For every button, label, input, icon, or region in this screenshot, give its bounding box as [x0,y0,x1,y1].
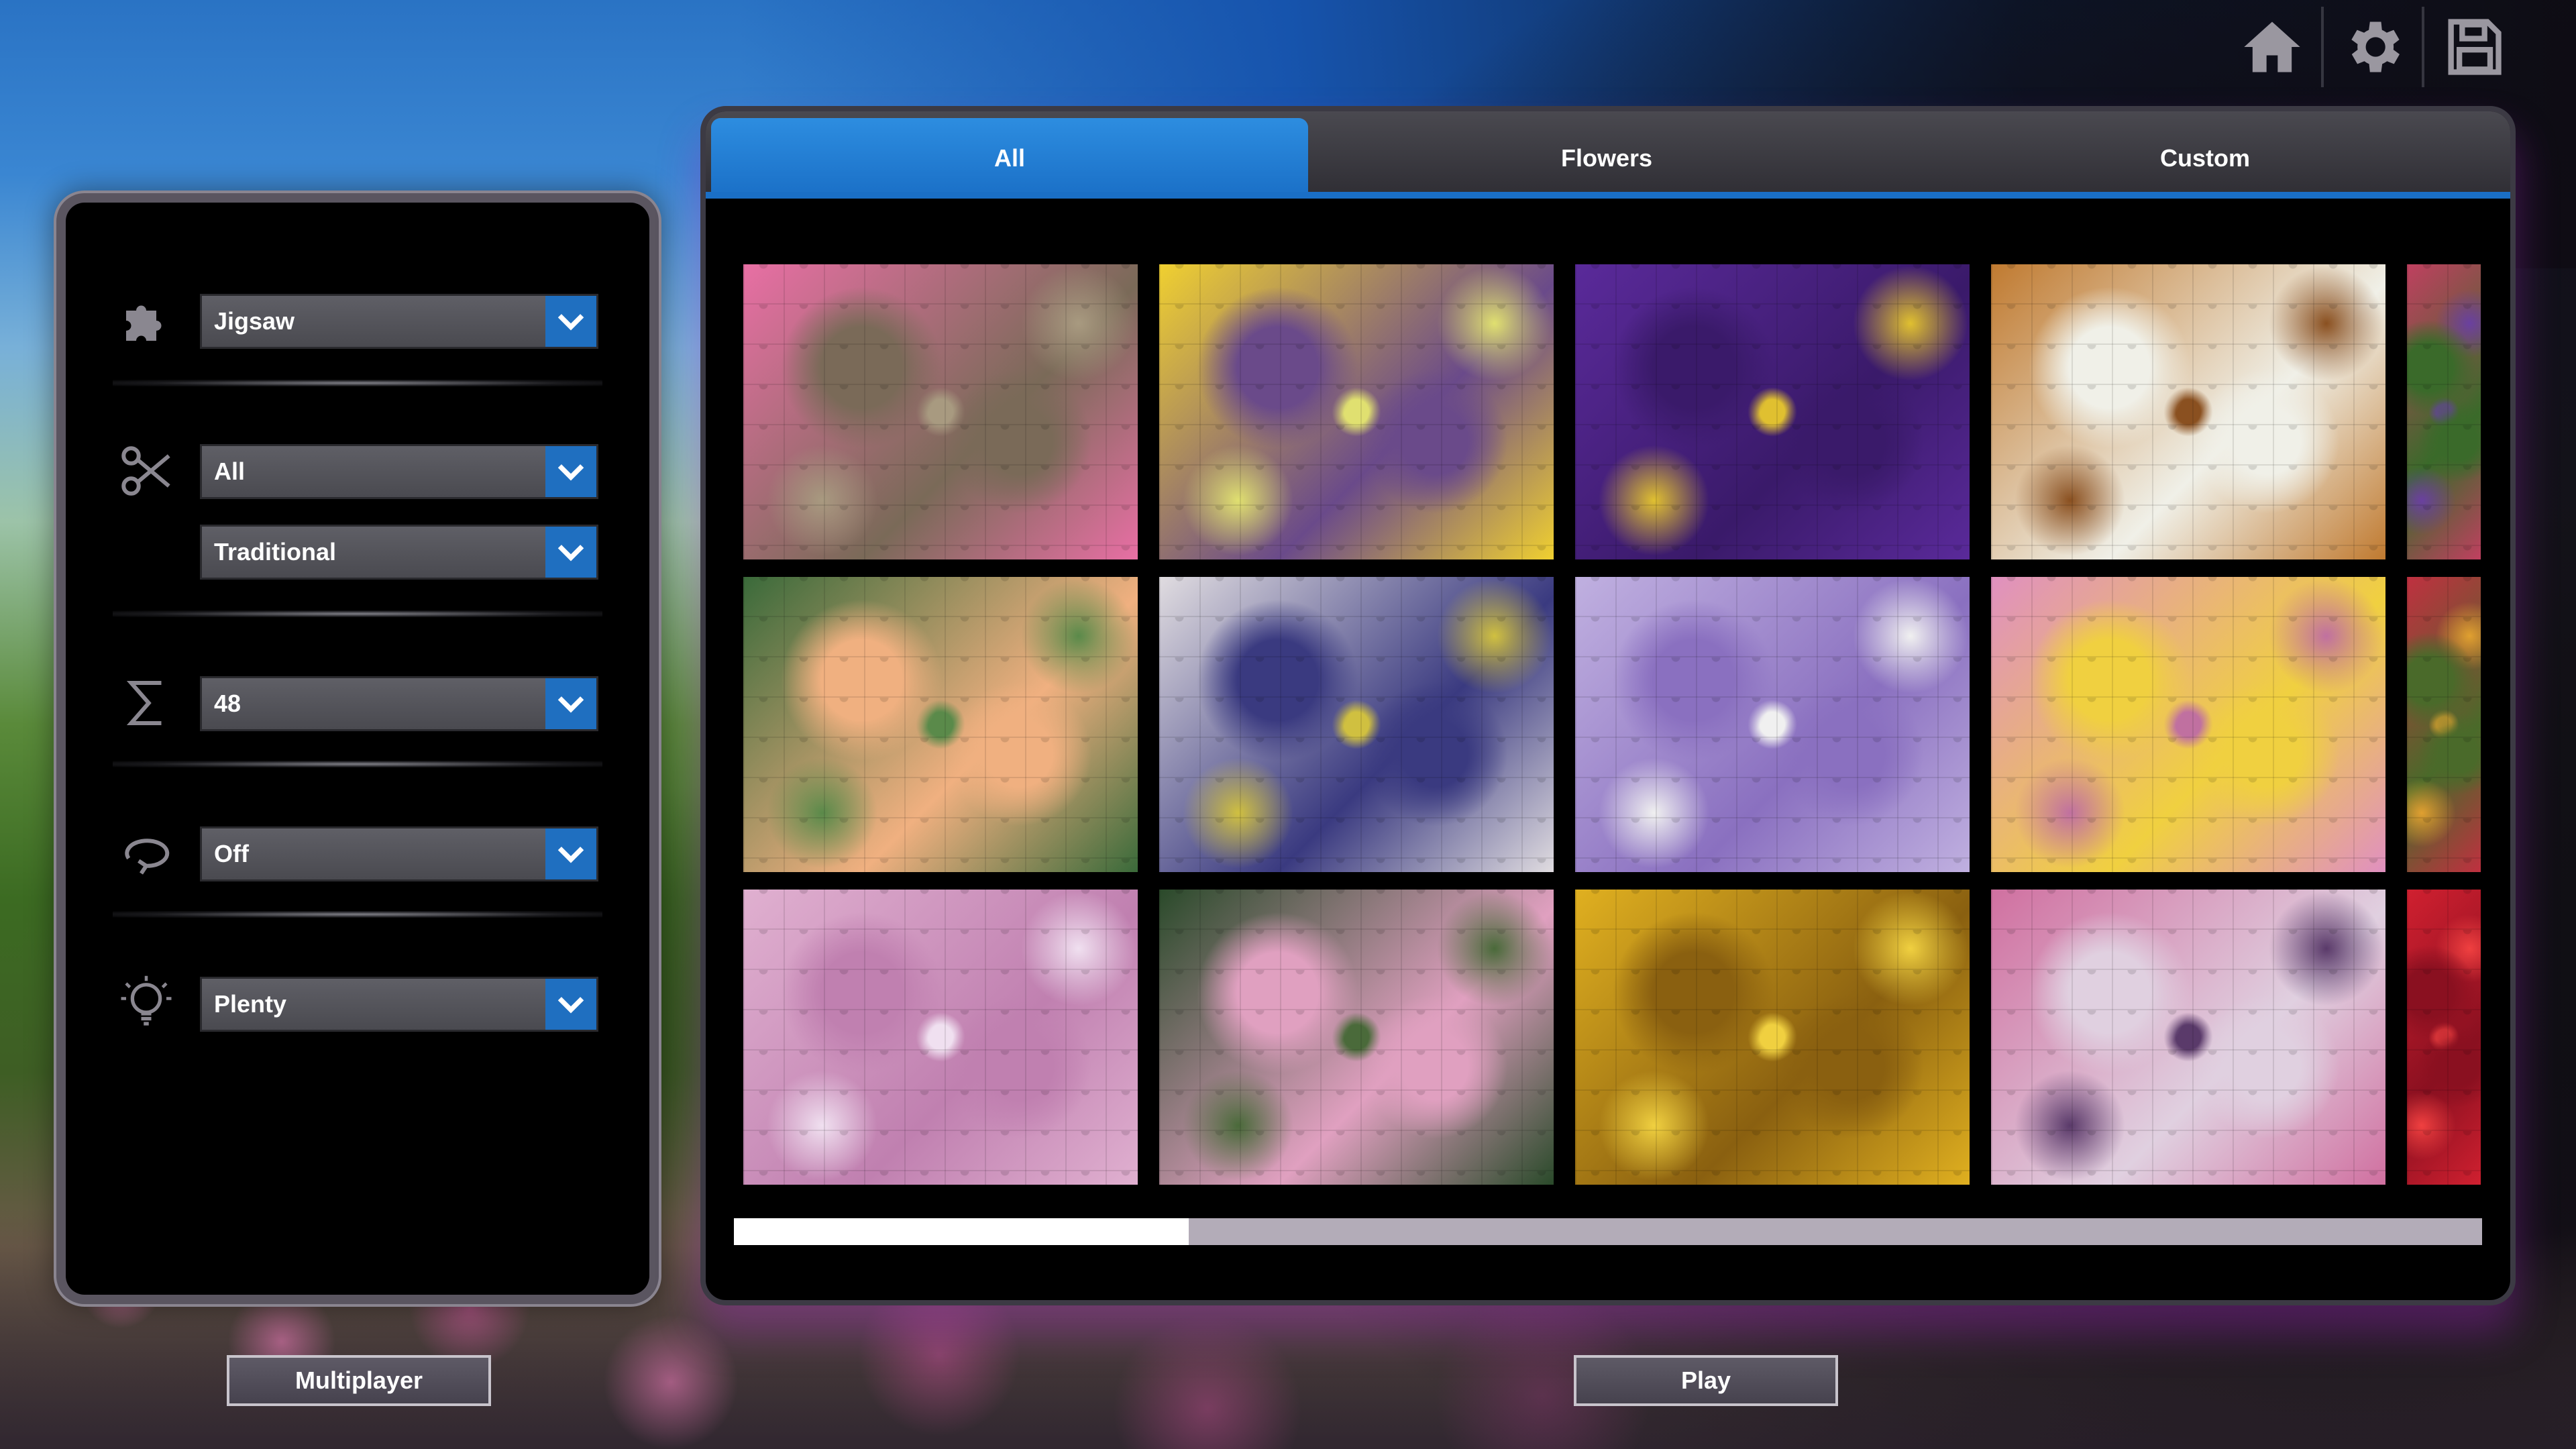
category-tabs: All Flowers Custom [706,111,2510,199]
puzzle-piece-overlay [1991,890,2385,1185]
tab-all[interactable]: All [711,118,1308,199]
puzzle-thumbnail-white-blossoms-on-orange[interactable] [1991,264,2385,559]
gear-icon [2351,21,2400,72]
cut-style-dropdown[interactable]: Traditional [200,525,598,580]
puzzle-thumbnail-pink-lilies-on-pebbles[interactable] [743,264,1138,559]
cut-mode-value: All [214,458,246,485]
puzzle-piece-overlay [1159,264,1554,559]
piece-count-value: 48 [214,690,241,717]
scissors-icon [113,437,180,504]
chevron-down-icon [545,446,596,497]
puzzle-piece-overlay [2407,890,2481,1185]
chevron-down-icon [545,979,596,1030]
home-icon [2244,21,2300,72]
scrollbar-thumb[interactable] [734,1218,1189,1245]
puzzle-thumbnail-bee-on-sunflower[interactable] [1575,890,1970,1185]
settings-button[interactable] [2321,7,2422,87]
tab-underline [706,192,2510,199]
puzzle-thumbnail-pink-daisies[interactable] [1991,577,2385,872]
puzzle-thumbnail-partial-flower-edge[interactable] [2407,264,2481,559]
puzzle-thumbnail-partial-red-flowers-edge[interactable] [2407,577,2481,872]
puzzle-piece-overlay [1575,264,1970,559]
puzzle-thumbnail-yellow-purple-flower-field[interactable] [1159,264,1554,559]
gallery-scrollbar[interactable] [734,1218,2482,1245]
top-toolbar [2223,7,2522,87]
puzzle-piece-overlay [743,264,1138,559]
separator [113,761,602,767]
tab-flowers[interactable]: Flowers [1308,118,1905,199]
puzzle-piece-overlay [1575,577,1970,872]
puzzle-thumbnail-pink-peony-leaves[interactable] [1159,890,1554,1185]
puzzle-type-dropdown[interactable]: Jigsaw [200,294,598,349]
puzzle-piece-overlay [743,890,1138,1185]
settings-panel: Jigsaw All Traditional 48 Off Plenty [66,203,649,1295]
cut-mode-dropdown[interactable]: All [200,444,598,499]
hints-value: Plenty [214,990,287,1018]
separator [113,610,602,617]
chevron-down-icon [545,828,596,879]
puzzle-piece-overlay [1159,890,1554,1185]
puzzle-thumbnail-frangipani-on-leaves[interactable] [743,577,1138,872]
puzzle-piece-icon [113,287,180,354]
piece-count-dropdown[interactable]: 48 [200,676,598,731]
puzzle-piece-overlay [743,577,1138,872]
puzzle-piece-overlay [1991,264,2385,559]
separator [113,380,602,386]
puzzle-type-value: Jigsaw [214,307,295,335]
rotation-value: Off [214,840,249,867]
separator [113,911,602,918]
puzzle-piece-overlay [1159,577,1554,872]
thumbnail-grid [743,264,2498,1190]
hints-dropdown[interactable]: Plenty [200,977,598,1032]
puzzle-thumbnail-partial-red-dahlia-edge[interactable] [2407,890,2481,1185]
chevron-down-icon [545,678,596,729]
play-button[interactable]: Play [1574,1355,1838,1406]
puzzle-gallery-panel: All Flowers Custom [706,111,2510,1300]
multiplayer-button[interactable]: Multiplayer [227,1355,491,1406]
puzzle-thumbnail-pink-rose-bouquet[interactable] [1991,890,2385,1185]
save-icon [2448,19,2502,75]
puzzle-piece-overlay [2407,577,2481,872]
lightbulb-icon [113,970,180,1037]
puzzle-piece-overlay [1575,890,1970,1185]
rotate-icon [113,820,180,887]
puzzle-thumbnail-pink-chrysanthemums[interactable] [743,890,1138,1185]
tab-custom[interactable]: Custom [1907,118,2504,199]
chevron-down-icon [545,296,596,347]
puzzle-thumbnail-purple-white-asters[interactable] [1575,577,1970,872]
cut-style-value: Traditional [214,538,337,566]
puzzle-piece-overlay [1991,577,2385,872]
rotation-dropdown[interactable]: Off [200,826,598,881]
puzzle-thumbnail-purple-asters[interactable] [1575,264,1970,559]
puzzle-piece-overlay [2407,264,2481,559]
sigma-icon [113,669,180,737]
save-button[interactable] [2422,7,2522,87]
puzzle-thumbnail-white-daisy-closeup[interactable] [1159,577,1554,872]
home-button[interactable] [2223,7,2321,87]
chevron-down-icon [545,527,596,578]
